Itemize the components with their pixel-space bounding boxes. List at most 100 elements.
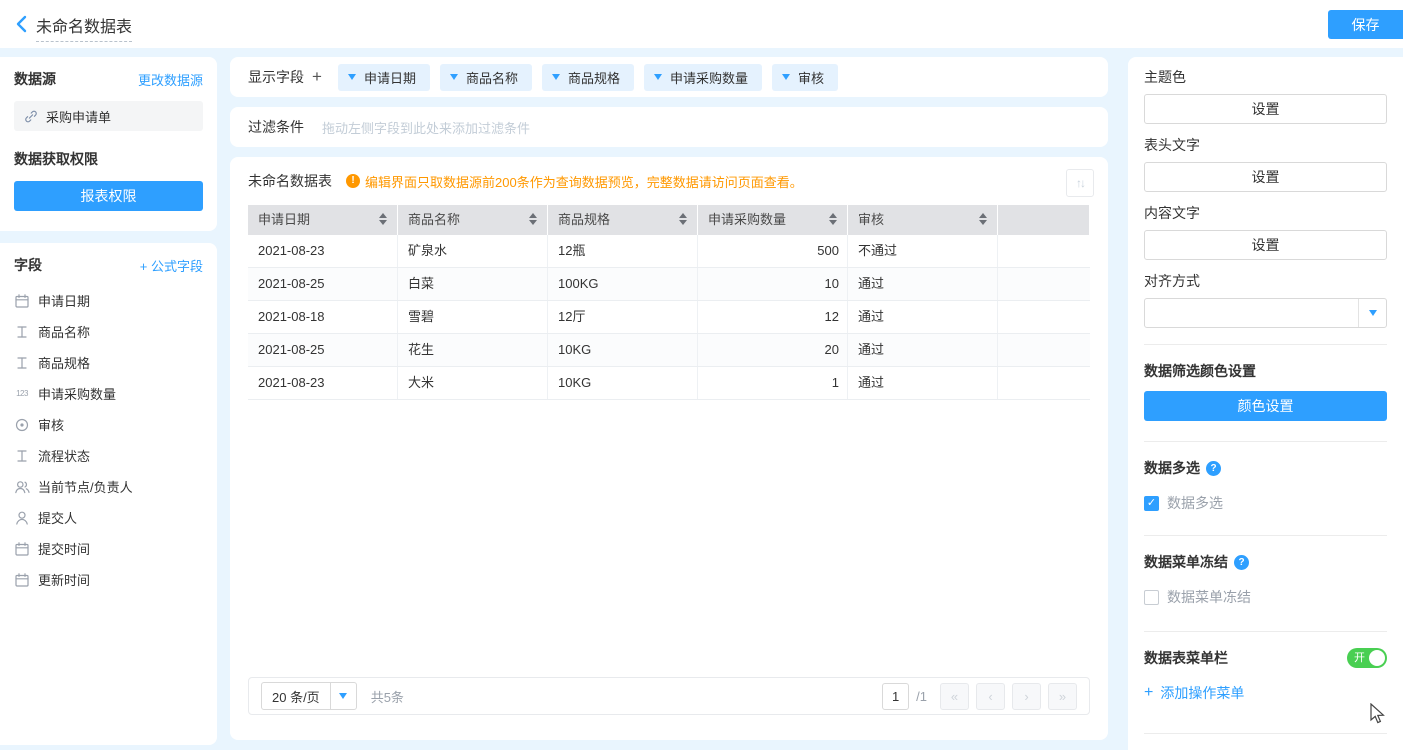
chip-product-name[interactable]: 商品名称	[440, 64, 532, 91]
preview-notice: 编辑界面只取数据源前200条作为查询数据预览，完整数据请访问页面查看。	[346, 172, 803, 191]
chip-apply-date[interactable]: 申请日期	[338, 64, 430, 91]
divider	[1144, 344, 1387, 345]
change-datasource-link[interactable]: 更改数据源	[138, 70, 203, 89]
checkbox-checked-icon[interactable]	[1144, 496, 1159, 511]
page-background: 数据源 更改数据源 采购申请单 数据获取权限 报表权限 字段 + 公式字段 申请…	[0, 48, 1403, 750]
table-row[interactable]: 2021-08-18 雪碧 12厅 12 通过	[248, 301, 1090, 334]
sort-arrows-icon[interactable]	[379, 213, 387, 225]
menu-freeze-label: 数据菜单冻结	[1144, 552, 1228, 572]
theme-color-label: 主题色	[1144, 67, 1387, 87]
help-icon[interactable]	[1234, 555, 1249, 570]
filter-color-label: 数据筛选颜色设置	[1144, 361, 1387, 381]
field-item-apply-date[interactable]: 申请日期	[14, 285, 203, 316]
number-icon: 123	[14, 389, 30, 398]
table-body: 2021-08-23 矿泉水 12瓶 500 不通过 2021-08-25 白菜…	[248, 235, 1090, 400]
field-list: 申请日期 商品名称 商品规格 123 申请采购数量 审核 流程状态	[14, 285, 203, 595]
first-page-button[interactable]: «	[940, 683, 969, 710]
column-header-product-spec[interactable]: 商品规格	[548, 205, 698, 235]
table-row[interactable]: 2021-08-25 花生 10KG 20 通过	[248, 334, 1090, 367]
table-menu-label: 数据表菜单栏	[1144, 648, 1228, 668]
chip-product-spec[interactable]: 商品规格	[542, 64, 634, 91]
chevron-down-icon	[782, 74, 790, 80]
current-page-input[interactable]: 1	[882, 683, 909, 710]
column-header-empty	[998, 205, 1090, 235]
content-text-set-button[interactable]: 设置	[1144, 230, 1387, 260]
field-item-review[interactable]: 审核	[14, 409, 203, 440]
align-select[interactable]	[1144, 298, 1387, 328]
field-item-submitter[interactable]: 提交人	[14, 502, 203, 533]
fields-title: 字段	[14, 255, 42, 275]
page-size-select[interactable]: 20 条/页	[261, 682, 357, 710]
prev-page-button[interactable]: ‹	[976, 683, 1005, 710]
header-text-label: 表头文字	[1144, 135, 1387, 155]
column-header-apply-date[interactable]: 申请日期	[248, 205, 398, 235]
sort-arrows-icon[interactable]	[829, 213, 837, 225]
back-icon[interactable]	[10, 12, 34, 36]
add-display-field-button[interactable]: +	[312, 67, 322, 87]
text-icon	[14, 355, 30, 371]
field-item-product-spec[interactable]: 商品规格	[14, 347, 203, 378]
filter-bar[interactable]: 过滤条件 拖动左侧字段到此处来添加过滤条件	[230, 107, 1108, 147]
report-permission-button[interactable]: 报表权限	[14, 181, 203, 211]
table-menu-toggle-on[interactable]: 开	[1347, 648, 1387, 668]
save-button[interactable]: 保存	[1328, 10, 1403, 39]
table-row[interactable]: 2021-08-25 白菜 100KG 10 通过	[248, 268, 1090, 301]
table-title: 未命名数据表	[248, 171, 332, 191]
help-icon[interactable]	[1206, 461, 1221, 476]
next-page-button[interactable]: ›	[1012, 683, 1041, 710]
sort-arrows-icon[interactable]	[529, 213, 537, 225]
divider	[1144, 733, 1387, 734]
multi-select-label: 数据多选	[1144, 458, 1200, 478]
permission-title: 数据获取权限	[14, 149, 203, 169]
chip-quantity[interactable]: 申请采购数量	[644, 64, 762, 91]
filter-placeholder: 拖动左侧字段到此处来添加过滤条件	[322, 118, 530, 137]
color-set-button[interactable]: 颜色设置	[1144, 391, 1387, 421]
calendar-icon	[14, 541, 30, 557]
field-item-flow-status[interactable]: 流程状态	[14, 440, 203, 471]
divider	[1144, 535, 1387, 536]
header-text-set-button[interactable]: 设置	[1144, 162, 1387, 192]
divider	[1144, 441, 1387, 442]
total-count: 共5条	[371, 687, 404, 706]
field-item-submit-time[interactable]: 提交时间	[14, 533, 203, 564]
sort-arrows-icon[interactable]	[979, 213, 987, 225]
field-item-current-node[interactable]: 当前节点/负责人	[14, 471, 203, 502]
datasource-item[interactable]: 采购申请单	[14, 101, 203, 131]
chevron-down-icon	[1358, 299, 1386, 327]
top-bar: 未命名数据表 保存	[0, 0, 1403, 48]
add-action-menu-link[interactable]: + 添加操作菜单	[1144, 683, 1387, 703]
chevron-down-icon	[450, 74, 458, 80]
sort-arrows-icon[interactable]	[679, 213, 687, 225]
datasource-item-label: 采购申请单	[46, 107, 111, 126]
checkbox-unchecked-icon[interactable]	[1144, 590, 1159, 605]
last-page-button[interactable]: »	[1048, 683, 1077, 710]
column-header-quantity[interactable]: 申请采购数量	[698, 205, 848, 235]
radio-icon	[14, 417, 30, 433]
column-header-product-name[interactable]: 商品名称	[398, 205, 548, 235]
menu-freeze-checkbox-row[interactable]: 数据菜单冻结	[1144, 587, 1387, 607]
multi-select-checkbox-row[interactable]: 数据多选	[1144, 493, 1387, 513]
calendar-icon	[14, 293, 30, 309]
display-fields-bar: 显示字段 + 申请日期 商品名称 商品规格 申请采购数量 审核	[230, 57, 1108, 97]
table-row[interactable]: 2021-08-23 矿泉水 12瓶 500 不通过	[248, 235, 1090, 268]
field-item-product-name[interactable]: 商品名称	[14, 316, 203, 347]
sort-order-button[interactable]: ↑↓	[1066, 169, 1094, 197]
text-icon	[14, 324, 30, 340]
chevron-down-icon	[654, 74, 662, 80]
theme-color-set-button[interactable]: 设置	[1144, 94, 1387, 124]
align-label: 对齐方式	[1144, 271, 1387, 291]
pagination-bar: 20 条/页 共5条 1 /1 « ‹ › »	[248, 677, 1090, 715]
field-item-update-time[interactable]: 更新时间	[14, 564, 203, 595]
display-field-chips: 申请日期 商品名称 商品规格 申请采购数量 审核	[338, 64, 838, 91]
column-header-review[interactable]: 审核	[848, 205, 998, 235]
display-fields-label: 显示字段	[248, 67, 304, 87]
table-row[interactable]: 2021-08-23 大米 10KG 1 通过	[248, 367, 1090, 400]
chip-review[interactable]: 审核	[772, 64, 838, 91]
warning-icon	[346, 174, 360, 188]
add-formula-field-link[interactable]: + 公式字段	[140, 256, 203, 275]
plus-icon: +	[1144, 684, 1153, 702]
link-icon	[23, 109, 39, 124]
field-item-quantity[interactable]: 123 申请采购数量	[14, 378, 203, 409]
page-title[interactable]: 未命名数据表	[36, 13, 132, 42]
content-text-label: 内容文字	[1144, 203, 1387, 223]
